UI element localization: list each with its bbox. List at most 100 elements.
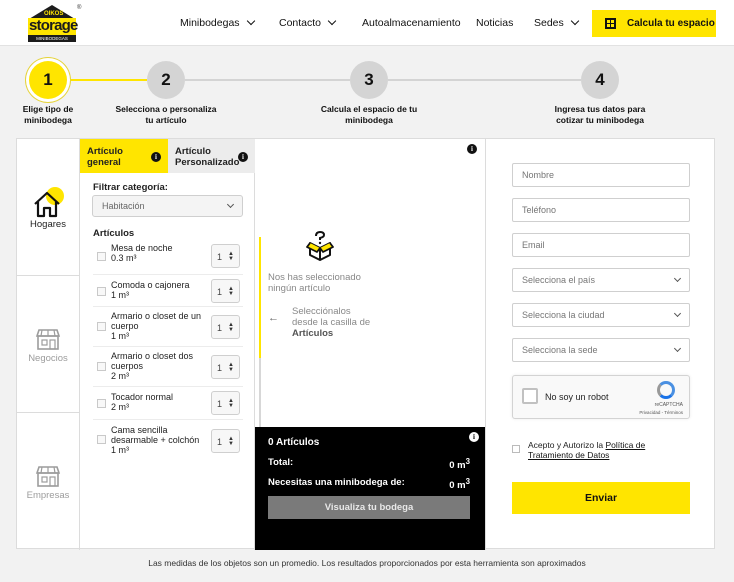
article-size: 1 m³ xyxy=(111,445,129,455)
articles-list: Mesa de noche 0.3 m³ 1 ▲ ▼ Comoda o cajon… xyxy=(93,240,248,462)
step-connector-3 xyxy=(388,79,581,81)
nav-sedes[interactable]: Sedes xyxy=(534,16,580,29)
arrow-left-icon: ← xyxy=(268,312,279,324)
phone-field[interactable] xyxy=(512,198,690,222)
chevron-down-icon xyxy=(246,16,255,26)
step-2-label-line1: Selecciona o personaliza xyxy=(115,104,217,114)
spinner-arrows-icon[interactable]: ▲ ▼ xyxy=(228,322,234,333)
type-hogares[interactable]: Hogares xyxy=(17,187,79,230)
name-field[interactable] xyxy=(512,163,690,187)
recaptcha-logo-icon xyxy=(657,381,675,399)
hint-text: Selecciónalos desde la casilla de Artícu… xyxy=(292,306,370,339)
article-name-line2: desarmable + colchón xyxy=(111,435,200,445)
email-field[interactable] xyxy=(512,233,690,257)
article-checkbox[interactable] xyxy=(97,435,106,444)
spinner-arrows-icon[interactable]: ▲ ▼ xyxy=(228,398,234,409)
article-checkbox[interactable] xyxy=(97,399,106,408)
quantity-value: 1 xyxy=(217,323,223,333)
article-size: 0.3 m³ xyxy=(111,253,137,263)
storage-type-sidebar: Hogares Negocios Empresas xyxy=(17,139,80,550)
hint-line1: Selecciónalos xyxy=(292,306,351,317)
type-empresas[interactable]: Empresas xyxy=(17,464,79,501)
quantity-stepper[interactable]: 1 ▲ ▼ xyxy=(211,279,240,303)
quantity-stepper[interactable]: 1 ▲ ▼ xyxy=(211,244,240,268)
nav-autoalmacenamiento-label: Autoalmacenamiento xyxy=(362,17,461,29)
category-select[interactable]: Habitación xyxy=(92,195,243,217)
empty-state-line2: ningún artículo xyxy=(268,283,331,294)
country-select[interactable]: Selecciona el país xyxy=(512,268,690,292)
recaptcha-links[interactable]: Privacidad - Términos xyxy=(639,410,683,415)
nav-autoalmacenamiento[interactable]: Autoalmacenamiento xyxy=(362,17,461,29)
nav-contacto-label: Contacto xyxy=(279,17,322,29)
quantity-stepper[interactable]: 1 ▲ ▼ xyxy=(211,355,240,379)
spinner-arrows-icon[interactable]: ▲ ▼ xyxy=(228,436,234,447)
recaptcha-widget: No soy un robot reCAPTCHA Privacidad - T… xyxy=(512,375,690,419)
spinner-arrows-icon[interactable]: ▲ ▼ xyxy=(228,251,234,262)
city-select[interactable]: Selecciona la ciudad xyxy=(512,303,690,327)
list-item: Tocador normal 2 m³ 1 ▲ ▼ xyxy=(93,387,243,420)
calcula-tu-espacio-button[interactable]: Calcula tu espacio xyxy=(592,10,716,37)
site-select[interactable]: Selecciona la sede xyxy=(512,338,690,362)
consent-checkbox[interactable] xyxy=(512,445,520,453)
info-icon[interactable]: i xyxy=(469,432,479,442)
chevron-down-icon xyxy=(673,344,682,353)
recaptcha-checkbox[interactable] xyxy=(522,388,538,404)
hint-line2: desde la casilla de xyxy=(292,317,371,328)
nav-minibodegas[interactable]: Minibodegas xyxy=(180,16,255,29)
quantity-stepper[interactable]: 1 ▲ ▼ xyxy=(211,391,240,415)
consent-text: Acepto y Autorizo la Política de Tratami… xyxy=(528,440,692,460)
info-icon[interactable]: i xyxy=(151,152,161,162)
need-value-text: 0 m xyxy=(449,480,466,492)
cubic-unit: 3 xyxy=(465,477,470,486)
info-icon[interactable]: i xyxy=(238,152,248,162)
list-item: Cama sencilla desarmable + colchón 1 m³ … xyxy=(93,420,243,462)
spinner-arrows-icon[interactable]: ▲ ▼ xyxy=(228,362,234,373)
building-icon xyxy=(35,466,61,487)
nav-noticias[interactable]: Noticias xyxy=(476,17,513,29)
article-checkbox[interactable] xyxy=(97,252,106,261)
article-checkbox[interactable] xyxy=(97,322,106,331)
article-checkbox[interactable] xyxy=(97,362,106,371)
articles-label: Artículos xyxy=(93,228,135,239)
type-empresas-label: Empresas xyxy=(26,490,70,501)
type-negocios-label: Negocios xyxy=(28,353,68,364)
divider xyxy=(17,412,79,413)
step-connector-2 xyxy=(185,79,350,81)
category-select-value: Habitación xyxy=(102,201,145,211)
recaptcha-brand: reCAPTCHA xyxy=(654,402,683,408)
article-name: Mesa de noche 0.3 m³ xyxy=(111,243,203,263)
spinner-arrows-icon[interactable]: ▲ ▼ xyxy=(228,286,234,297)
quantity-stepper[interactable]: 1 ▲ ▼ xyxy=(211,429,240,453)
calculator-icon xyxy=(605,18,616,29)
logo-wordmark: storage xyxy=(29,17,78,34)
chevron-down-icon xyxy=(327,16,337,26)
article-name: Cama sencilla desarmable + colchón 1 m³ xyxy=(111,425,203,455)
step-2-circle: 2 xyxy=(147,61,185,99)
article-size: 1 m³ xyxy=(111,290,129,300)
chevron-down-icon xyxy=(570,16,580,26)
article-name: Armario o closet dos cuerpos 2 m³ xyxy=(111,351,203,381)
hint-line3: Artículos xyxy=(292,328,334,339)
info-icon[interactable]: i xyxy=(467,144,477,154)
oikos-storage-logo[interactable]: OIKOS storage MINIBODEGAS ® xyxy=(28,5,81,42)
step-4-label-line1: Ingresa tus datos para xyxy=(554,104,646,114)
article-name: Comoda o cajonera 1 m³ xyxy=(111,280,203,300)
article-checkbox[interactable] xyxy=(97,287,106,296)
type-negocios[interactable]: Negocios xyxy=(17,327,79,364)
nav-contacto[interactable]: Contacto xyxy=(279,16,337,29)
volume-summary: i 0 Artículos Total: 0 m3 Necesitas una … xyxy=(255,427,485,550)
summary-article-count: 0 Artículos xyxy=(268,437,320,448)
article-name-line1: Comoda o cajonera xyxy=(111,280,190,290)
quantity-stepper[interactable]: 1 ▲ ▼ xyxy=(211,315,240,339)
logo-tagline: MINIBODEGAS xyxy=(28,35,76,42)
article-size: 2 m³ xyxy=(111,402,129,412)
quantity-value: 1 xyxy=(217,252,223,262)
enviar-button[interactable]: Enviar xyxy=(512,482,690,514)
step-4-circle: 4 xyxy=(581,61,619,99)
tab-articulo-personalizado[interactable]: Artículo Personalizado i xyxy=(168,139,255,173)
tab-articulo-general[interactable]: Artículo general i xyxy=(80,139,168,173)
house-icon xyxy=(32,187,64,218)
visualiza-tu-bodega-button[interactable]: Visualiza tu bodega xyxy=(268,496,470,519)
city-select-value: Selecciona la ciudad xyxy=(522,310,605,320)
articles-panel: Artículo general i Artículo Personalizad… xyxy=(80,139,261,550)
